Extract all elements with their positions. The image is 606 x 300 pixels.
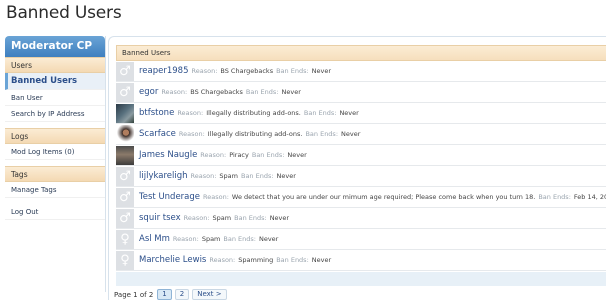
- reason-label: Reason:: [209, 256, 236, 264]
- reason-label: Reason:: [190, 172, 217, 180]
- sidebar-section-logs: Logs: [5, 128, 105, 144]
- sidebar-item-mod-log[interactable]: Mod Log Items (0): [5, 144, 105, 160]
- user-avatar[interactable]: [116, 103, 134, 123]
- username-link[interactable]: James Naugle: [139, 150, 197, 160]
- next-page-button[interactable]: Next >: [192, 289, 227, 300]
- ban-ends-label: Ban Ends:: [223, 235, 256, 243]
- ban-ends-label: Ban Ends:: [245, 88, 279, 96]
- ban-ends-label: Ban Ends:: [240, 172, 274, 180]
- sidebar-item-search-ip[interactable]: Search by IP Address: [5, 106, 105, 122]
- reason-label: Reason:: [178, 130, 205, 138]
- reason-label: Reason:: [183, 214, 210, 222]
- ban-ends-value: Never: [269, 214, 290, 222]
- ban-ends-value: Never: [287, 151, 307, 159]
- sidebar-item-ban-user[interactable]: Ban User: [5, 90, 105, 106]
- reason-label: Reason:: [200, 151, 227, 159]
- reason-label: Reason:: [191, 67, 218, 75]
- sidebar-section-users: Users: [5, 57, 105, 73]
- moderator-sidebar: Moderator CP Users Banned Users Ban User…: [5, 36, 106, 292]
- username-link[interactable]: Scarface: [139, 129, 176, 139]
- page-1-button[interactable]: 1: [157, 289, 172, 300]
- user-avatar[interactable]: [116, 124, 134, 144]
- ban-ends-label: Ban Ends:: [538, 193, 571, 201]
- sidebar-section-tags: Tags: [5, 166, 105, 182]
- ban-ends-value: Never: [341, 130, 361, 138]
- ban-reason: Spam: [219, 172, 238, 180]
- banned-user-row[interactable]: ♂ egor Reason: BS Chargebacks Ban Ends: Never: [116, 82, 606, 103]
- male-avatar-icon[interactable]: ♂: [116, 61, 134, 81]
- banned-user-row[interactable]: ♂ squir tsex Reason: Spam Ban Ends: Never: [116, 208, 606, 229]
- page-count-label: Page 1 of 2: [114, 290, 154, 299]
- pagination: Page 1 of 2 1 2 Next >: [114, 289, 230, 300]
- user-avatar[interactable]: [116, 145, 134, 165]
- banned-users-list: ♂ reaper1985 Reason: BS Chargebacks Ban Ends…: [116, 61, 606, 271]
- banned-user-row[interactable]: ♂ reaper1985 Reason: BS Chargebacks Ban Ends…: [116, 61, 606, 82]
- ban-ends-label: Ban Ends:: [305, 130, 339, 138]
- reason-label: Reason:: [161, 88, 188, 96]
- female-avatar-icon[interactable]: ♀: [116, 229, 134, 249]
- male-avatar-icon[interactable]: ♂: [116, 82, 134, 102]
- ban-ends-label: Ban Ends:: [251, 151, 285, 159]
- banned-user-row[interactable]: ♂ lijlykareligh Reason: Spam Ban Ends: Never: [116, 166, 606, 187]
- page-title: Banned Users: [6, 3, 122, 23]
- username-link[interactable]: Test Underage: [139, 192, 200, 202]
- banned-users-panel: Banned Users ♂ reaper1985 Reason: BS Charge…: [108, 36, 606, 300]
- ban-reason: Illegally distributing add-ons.: [206, 109, 301, 117]
- banned-user-row[interactable]: James Naugle Reason: Piracy Ban Ends: Never: [116, 145, 606, 166]
- ban-ends-value: Never: [311, 67, 332, 75]
- ban-reason: BS Chargebacks: [190, 88, 243, 96]
- sidebar-item-manage-tags[interactable]: Manage Tags: [5, 182, 105, 198]
- username-link[interactable]: reaper1985: [139, 66, 189, 76]
- username-link[interactable]: Marchelie Lewis: [139, 255, 206, 265]
- male-avatar-icon[interactable]: ♂: [116, 166, 134, 186]
- banned-user-row[interactable]: btfstone Reason: Illegally distributing ad…: [116, 103, 606, 124]
- ban-reason: Piracy: [229, 151, 249, 159]
- ban-reason: BS Chargebacks: [220, 67, 274, 75]
- banned-user-row[interactable]: ♀ Asl Mm Reason: Spam Ban Ends: Never: [116, 229, 606, 250]
- ban-reason: Spam: [201, 235, 221, 243]
- username-link[interactable]: btfstone: [139, 108, 174, 118]
- ban-ends-value: Feb 14, 2018: [573, 193, 606, 201]
- ban-ends-value: Never: [311, 256, 332, 264]
- username-link[interactable]: Asl Mm: [139, 234, 170, 244]
- sidebar-header: Moderator CP: [5, 36, 105, 57]
- ban-ends-value: Never: [339, 109, 359, 117]
- banned-user-row[interactable]: Scarface Reason: Illegally distributing ad…: [116, 124, 606, 145]
- panel-title: Banned Users: [116, 45, 606, 61]
- sidebar-item-banned-users[interactable]: Banned Users: [5, 73, 105, 90]
- ban-reason: Spam: [212, 214, 232, 222]
- banned-user-row[interactable]: ♀ Marchelie Lewis Reason: Spamming Ban Ends:…: [116, 250, 606, 271]
- page-2-button[interactable]: 2: [174, 289, 190, 300]
- username-link[interactable]: lijlykareligh: [139, 171, 188, 181]
- ban-reason: Spamming: [238, 256, 274, 264]
- ban-ends-label: Ban Ends:: [234, 214, 267, 222]
- sidebar-item-log-out[interactable]: Log Out: [5, 204, 105, 220]
- ban-ends-label: Ban Ends:: [276, 67, 309, 75]
- ban-ends-value: Never: [276, 172, 296, 180]
- reason-label: Reason:: [203, 193, 229, 201]
- ban-reason: We detect that you are under our mimum a…: [231, 193, 536, 201]
- male-avatar-icon[interactable]: ♂: [116, 187, 134, 207]
- ban-ends-label: Ban Ends:: [303, 109, 337, 117]
- list-footer: [116, 272, 606, 286]
- ban-ends-label: Ban Ends:: [276, 256, 309, 264]
- reason-label: Reason:: [172, 235, 199, 243]
- username-link[interactable]: egor: [139, 87, 158, 97]
- reason-label: Reason:: [177, 109, 204, 117]
- ban-ends-value: Never: [258, 235, 279, 243]
- ban-reason: Illegally distributing add-ons.: [207, 130, 303, 138]
- female-avatar-icon[interactable]: ♀: [116, 250, 134, 270]
- username-link[interactable]: squir tsex: [139, 213, 181, 223]
- banned-user-row[interactable]: ♂ Test Underage Reason: We detect that you …: [116, 187, 606, 208]
- male-avatar-icon[interactable]: ♂: [116, 208, 134, 228]
- ban-ends-value: Never: [281, 88, 301, 96]
